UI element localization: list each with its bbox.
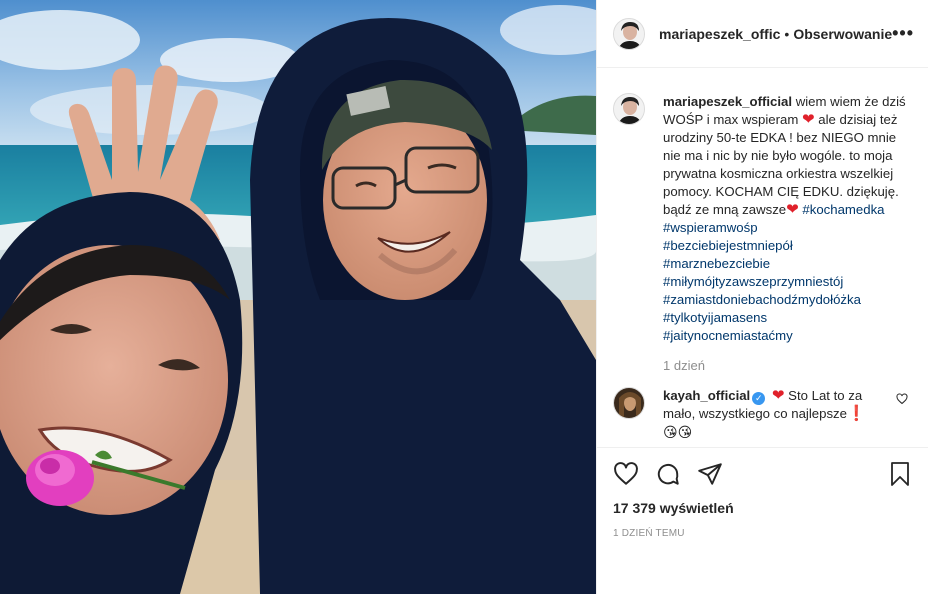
verified-badge-icon: ✓: [752, 392, 766, 405]
like-comment-heart-icon[interactable]: [896, 393, 908, 408]
share-paper-plane-icon[interactable]: [697, 461, 723, 487]
post-header: mariapeszek_offic • Obserwowanie •••: [597, 0, 928, 68]
instagram-post-modal: mariapeszek_offic • Obserwowanie ••• mar…: [0, 0, 928, 594]
following-button[interactable]: Obserwowanie: [793, 26, 892, 42]
exclamation-emoji-icon: ❗: [846, 405, 866, 422]
hashtag-link[interactable]: #miłymójtyzawszeprzymniestój: [663, 273, 912, 291]
hashtag-link[interactable]: #tylkotyijamasens: [663, 309, 912, 327]
commenter-avatar[interactable]: [613, 387, 645, 419]
author-avatar-image: [614, 18, 644, 49]
caption-body: mariapeszek_official wiem wiem że dziś W…: [663, 93, 912, 375]
comment-emoji: 😘😘: [663, 424, 693, 440]
hashtag-link[interactable]: #jaitynocnemiastaćmy: [663, 327, 912, 345]
action-bar: [613, 454, 912, 494]
post-actions-section: 17 379 wyświetleń 1 DZIEŃ TEMU: [597, 447, 928, 539]
comment-item: kayah_official ✓ ❤ Sto Lat to za mało, ws…: [613, 387, 912, 441]
comment-bubble-icon[interactable]: [655, 461, 681, 487]
view-count[interactable]: 17 379 wyświetleń: [613, 500, 912, 516]
author-avatar[interactable]: [613, 17, 645, 50]
red-heart-emoji-icon: ❤: [786, 201, 799, 218]
header-separator: •: [784, 25, 790, 42]
caption-username-link[interactable]: mariapeszek_official: [663, 94, 792, 109]
hashtag-link[interactable]: #wspieramwośp: [663, 219, 912, 237]
post-video-frame: [0, 0, 596, 594]
comment-body: kayah_official ✓ ❤ Sto Lat to za mało, ws…: [663, 387, 886, 441]
red-heart-emoji-icon: ❤: [802, 111, 815, 128]
caption-author-avatar[interactable]: [613, 93, 645, 125]
hashtag-link[interactable]: #marznebezciebie: [663, 255, 912, 273]
caption-comment: mariapeszek_official wiem wiem że dziś W…: [613, 93, 912, 375]
red-heart-emoji-icon: ❤: [771, 387, 785, 404]
commenter-avatar-image: [614, 388, 644, 418]
comments-list[interactable]: mariapeszek_official wiem wiem że dziś W…: [597, 69, 928, 447]
post-side-panel: mariapeszek_offic • Obserwowanie ••• mar…: [596, 0, 928, 594]
caption-timestamp[interactable]: 1 dzień: [663, 357, 912, 375]
like-comment-heart-svg: [896, 393, 908, 405]
hashtag-link[interactable]: #bezciebiejestmniepół: [663, 237, 912, 255]
hashtag-link[interactable]: #kochamedka: [802, 202, 884, 217]
like-heart-icon[interactable]: [613, 461, 639, 487]
post-video[interactable]: [0, 0, 596, 594]
bookmark-icon[interactable]: [888, 461, 912, 487]
hashtag-link[interactable]: #zamiastdoniebachodźmydołóżka: [663, 291, 912, 309]
posted-time[interactable]: 1 DZIEŃ TEMU: [613, 528, 912, 539]
caption-avatar-image: [614, 94, 644, 124]
commenter-username-link[interactable]: kayah_official: [663, 388, 750, 403]
author-username-link[interactable]: mariapeszek_offic: [659, 26, 780, 42]
more-options-ellipsis-icon[interactable]: •••: [892, 23, 914, 44]
